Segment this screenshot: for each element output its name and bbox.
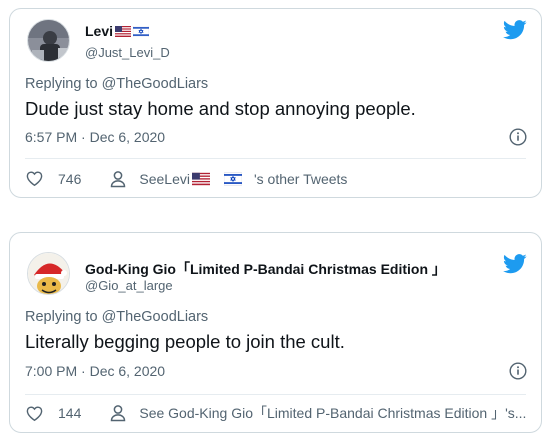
reply-context: Replying to @TheGoodLiars [25,76,208,92]
israel-flag-icon [133,25,150,37]
like-button[interactable]: 144 [25,404,81,423]
see-suffix: 's other Tweets [253,170,348,187]
israel-flag-icon [223,172,242,185]
divider [25,394,526,395]
display-name[interactable]: Levi [85,23,113,39]
tweet-card[interactable]: Levi @Just_Levi_D Replying to @TheGoodLi… [9,8,542,198]
reply-prefix: Replying to [25,309,102,325]
see-other-tweets-link[interactable]: See God-King Gio「Limited P-Bandai Christ… [109,403,526,423]
reply-prefix: Replying to [25,76,102,92]
heart-icon [26,171,43,187]
info-icon[interactable] [509,128,527,146]
see-name: Levi [164,170,190,187]
see-prefix: See [139,170,165,187]
see-other-tweets-text: See God-King Gio「Limited P-Bandai Christ… [139,405,527,421]
tweet-card[interactable]: God-King Gio「Limited P-Bandai Christmas … [9,232,542,433]
action-bar: 144 See God-King Gio「Limited P-Bandai Ch… [25,403,531,423]
reply-to-handle[interactable]: @TheGoodLiars [102,76,209,92]
twitter-bird-icon[interactable] [503,20,527,40]
person-icon [111,170,126,187]
twitter-bird-icon[interactable] [503,254,527,274]
reply-context: Replying to @TheGoodLiars [25,309,208,325]
user-handle[interactable]: @Gio_at_large [85,278,173,293]
avatar[interactable] [27,252,70,295]
person-icon [111,405,126,422]
display-name[interactable]: God-King Gio「Limited P-Bandai Christmas … [85,259,446,279]
timestamp[interactable]: 7:00 PM · Dec 6, 2020 [25,363,165,379]
see-other-tweets-link[interactable]: See Levi 's other Tweets [109,170,347,188]
like-count: 144 [58,405,82,421]
timestamp[interactable]: 6:57 PM · Dec 6, 2020 [25,129,165,145]
reply-to-handle[interactable]: @TheGoodLiars [102,309,209,325]
like-button[interactable]: 746 [25,169,81,188]
info-icon[interactable] [509,362,527,380]
divider [25,158,526,159]
us-flag-icon [191,172,210,185]
action-bar: 746 See Levi 's other Tweets [25,169,531,188]
us-flag-icon [115,25,132,37]
tweet-text: Literally begging people to join the cul… [25,331,345,352]
like-count: 746 [58,170,82,187]
avatar[interactable] [27,19,70,62]
tweet-text: Dude just stay home and stop annoying pe… [25,98,416,119]
heart-icon [26,405,43,421]
user-handle[interactable]: @Just_Levi_D [85,45,170,60]
